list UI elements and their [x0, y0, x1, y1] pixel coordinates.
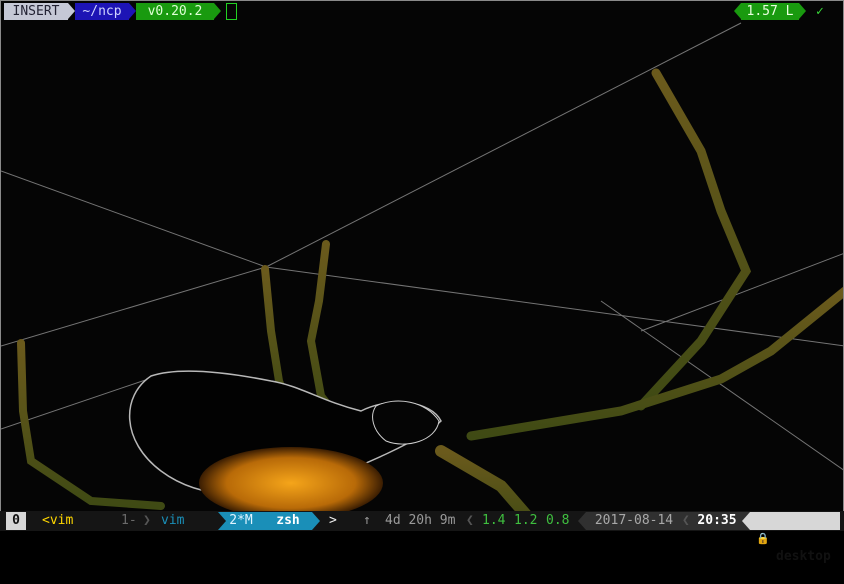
- node-version: v0.20.2: [136, 3, 214, 20]
- load-avg-15: 0.8: [546, 513, 570, 528]
- date: 2017-08-14: [586, 512, 682, 530]
- current-directory: ~/ncp: [75, 3, 129, 20]
- spider-wallpaper: [1, 22, 843, 530]
- tmux-window-name[interactable]: vim: [161, 512, 184, 530]
- chevron-left-icon: ❮: [466, 513, 474, 528]
- load-indicator: 1.57 L: [741, 3, 799, 20]
- powerline-separator: [312, 512, 320, 530]
- tmux-window-previous[interactable]: <vim: [42, 512, 73, 530]
- check-icon: ✓: [816, 4, 824, 19]
- powerline-separator: [742, 512, 750, 530]
- powerline-separator: [799, 3, 806, 19]
- powerline-separator: [129, 3, 136, 19]
- lock-icon: 🔒: [756, 532, 770, 545]
- powerline-separator: [734, 3, 741, 19]
- tmux-session[interactable]: 0: [6, 512, 26, 530]
- host-segment: 🔒 desktop: [750, 512, 840, 564]
- arrow-up-icon: ↑: [363, 513, 371, 528]
- hostname: desktop: [776, 549, 831, 564]
- spider-body: [129, 370, 442, 519]
- tmux-prompt-arrow: >: [329, 513, 337, 528]
- powerline-separator: [578, 512, 586, 530]
- powerline-separator: [218, 512, 226, 530]
- web-strands: [1, 22, 843, 471]
- chevron-left-icon: ❮: [682, 512, 692, 530]
- tmux-status-bar: 0 <vim 1- ❯ vim 2*M zsh > ↑ 4d 20h 9m ❮ …: [0, 511, 844, 564]
- uptime: 4d 20h 9m: [385, 513, 456, 528]
- tmux-window-index[interactable]: 1-: [121, 512, 137, 530]
- spider-legs: [17, 68, 843, 530]
- load-avg-5: 1.2: [514, 513, 538, 528]
- powerline-separator: [68, 3, 75, 19]
- vi-mode-indicator: INSERT: [4, 3, 68, 20]
- terminal-window: INSERT ~/ncp v0.20.2 1.57 L ✓: [0, 0, 844, 531]
- text-cursor[interactable]: [226, 3, 237, 20]
- tmux-active-window-name[interactable]: zsh: [264, 512, 312, 530]
- chevron-right-icon: ❯: [143, 513, 151, 528]
- powerline-separator: [214, 3, 221, 19]
- time: 20:35: [692, 512, 742, 530]
- load-avg-1: 1.4: [482, 513, 506, 528]
